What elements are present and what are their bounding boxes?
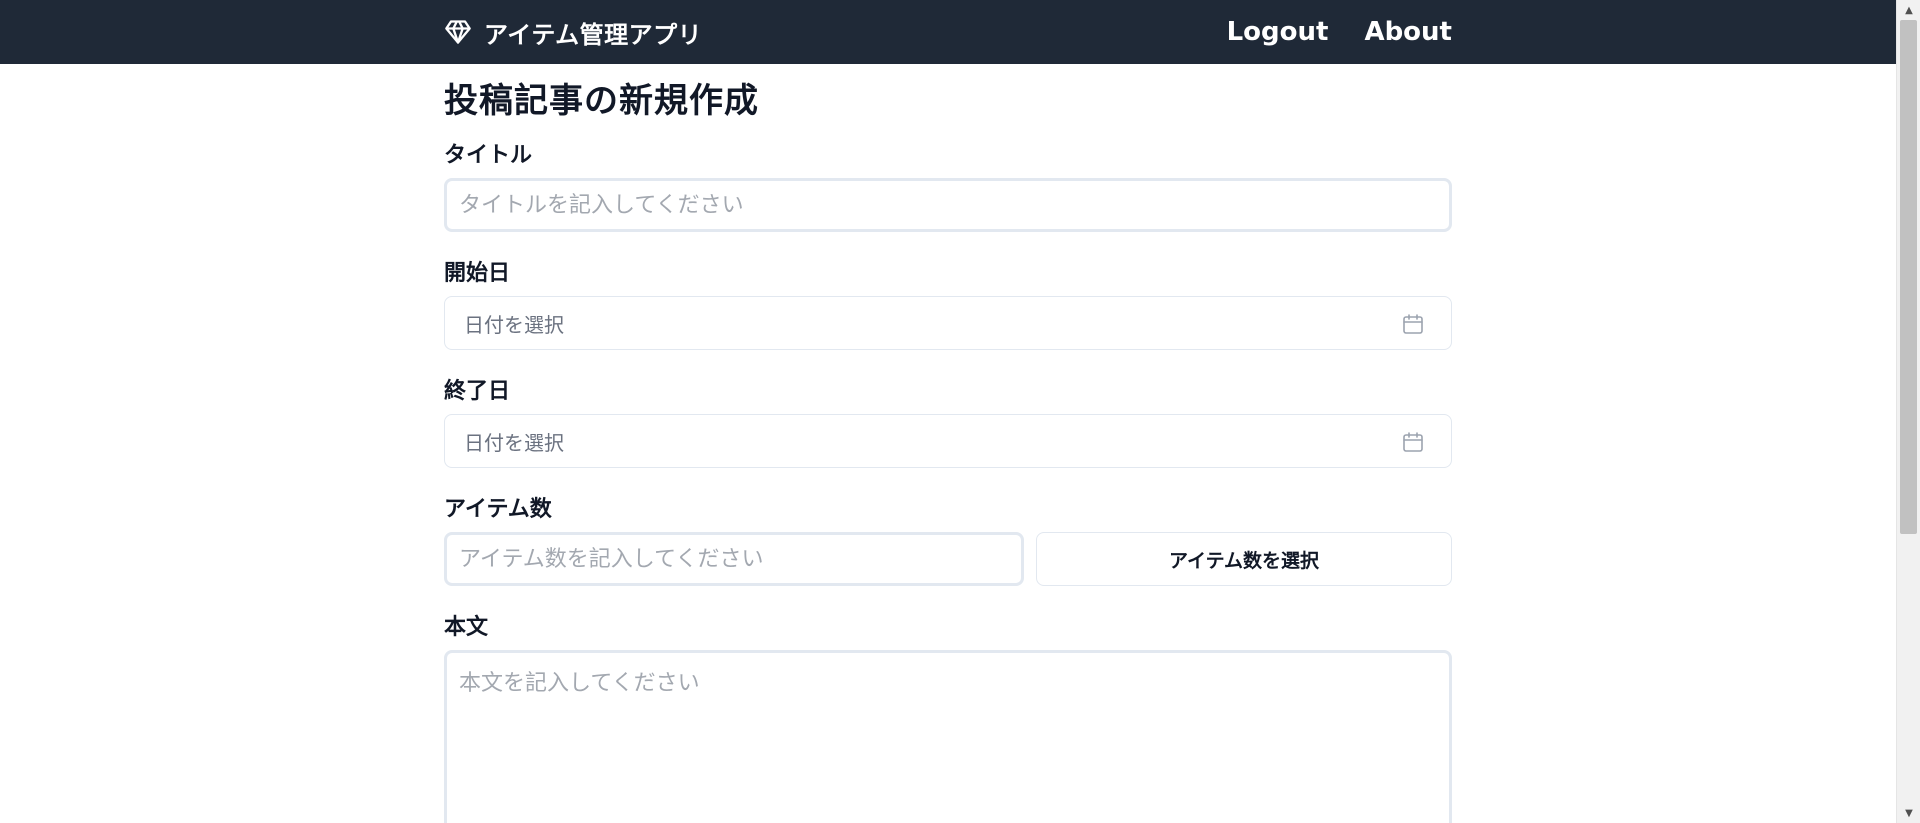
end-date-placeholder: 日付を選択 bbox=[464, 430, 564, 455]
post-form: 投稿記事の新規作成 タイトル 開始日 日付を選択 終了日 日付を選択 アイテム数 bbox=[444, 64, 1452, 823]
navbar-inner: アイテム管理アプリ Logout About bbox=[444, 0, 1452, 64]
calendar-icon bbox=[1403, 432, 1423, 452]
scroll-up-arrow-icon[interactable]: ▲ bbox=[1897, 0, 1920, 20]
calendar-icon bbox=[1403, 314, 1423, 334]
body-textarea[interactable] bbox=[444, 650, 1452, 823]
item-count-row: アイテム数を選択 bbox=[444, 532, 1452, 586]
brand-title: アイテム管理アプリ bbox=[484, 20, 703, 49]
logout-link[interactable]: Logout bbox=[1227, 17, 1329, 47]
app-window: アイテム管理アプリ Logout About 投稿記事の新規作成 タイトル 開始… bbox=[0, 0, 1920, 823]
item-count-label: アイテム数 bbox=[444, 497, 552, 522]
title-input[interactable] bbox=[444, 178, 1452, 232]
gem-icon bbox=[445, 20, 471, 44]
body-label: 本文 bbox=[444, 615, 489, 640]
navbar: アイテム管理アプリ Logout About bbox=[0, 0, 1896, 64]
about-link[interactable]: About bbox=[1364, 17, 1452, 47]
start-date-label: 開始日 bbox=[444, 261, 511, 286]
end-date-picker[interactable]: 日付を選択 bbox=[444, 414, 1452, 468]
page-title: 投稿記事の新規作成 bbox=[444, 81, 759, 121]
select-item-count-button[interactable]: アイテム数を選択 bbox=[1036, 532, 1452, 586]
scrollbar-thumb[interactable] bbox=[1900, 20, 1917, 534]
vertical-scrollbar[interactable]: ▲ ▼ bbox=[1896, 0, 1920, 823]
nav-links: Logout About bbox=[1227, 17, 1452, 47]
title-label: タイトル bbox=[444, 143, 533, 168]
item-count-input[interactable] bbox=[444, 532, 1024, 586]
start-date-placeholder: 日付を選択 bbox=[464, 312, 564, 337]
end-date-label: 終了日 bbox=[444, 379, 511, 404]
brand-link[interactable]: アイテム管理アプリ bbox=[444, 15, 702, 50]
scroll-down-arrow-icon[interactable]: ▼ bbox=[1897, 803, 1920, 823]
start-date-picker[interactable]: 日付を選択 bbox=[444, 296, 1452, 350]
